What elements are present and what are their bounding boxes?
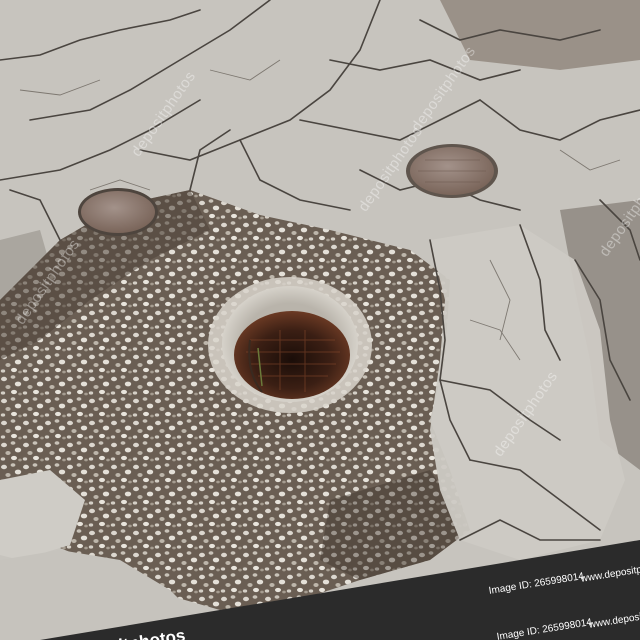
photo-scene: depositphotos depositphotos depositphoto… bbox=[0, 0, 640, 640]
open-manhole-shaft bbox=[234, 311, 350, 399]
manhole-cover-left bbox=[81, 191, 155, 233]
road-photo bbox=[0, 0, 640, 640]
